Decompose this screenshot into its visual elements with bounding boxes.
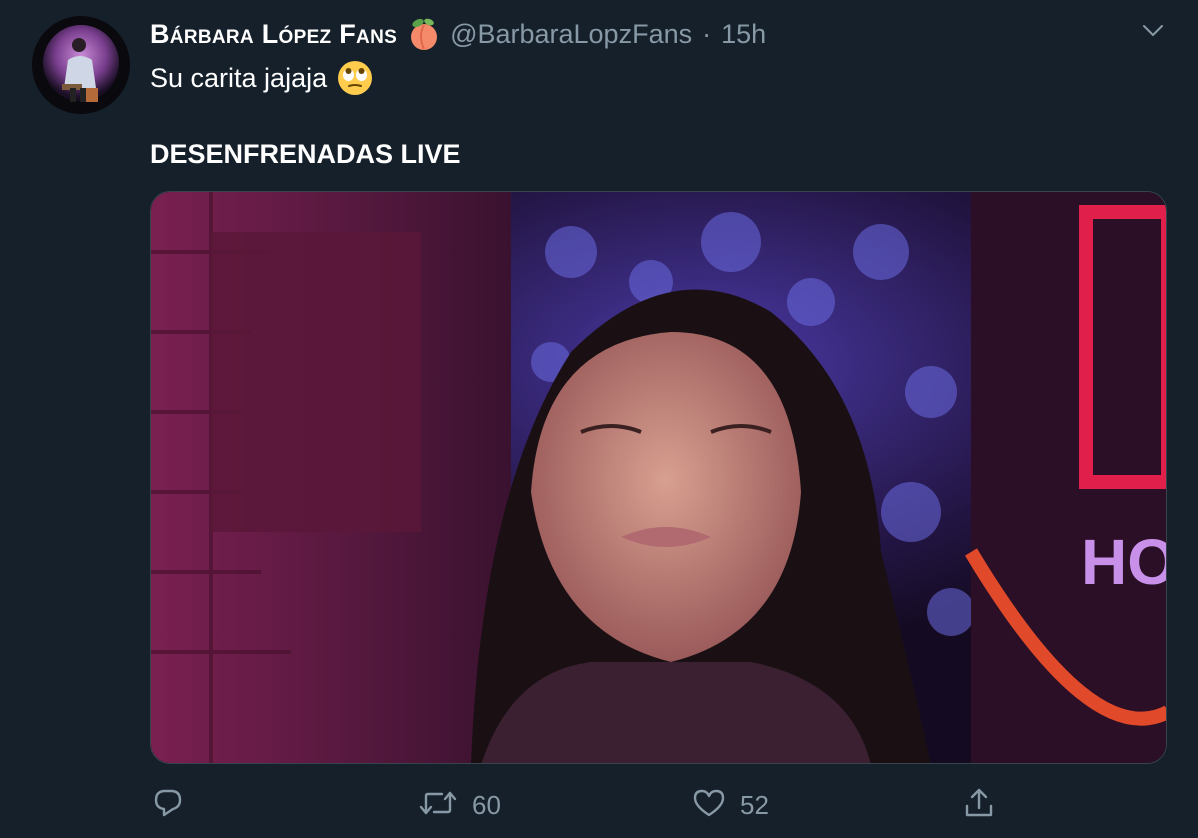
peach-emoji-icon <box>406 16 442 52</box>
like-count: 52 <box>740 789 769 820</box>
tweet-media-image[interactable]: HO <box>150 191 1167 764</box>
heart-icon <box>692 787 726 824</box>
retweet-icon <box>418 787 458 824</box>
separator-dot: · <box>702 18 712 49</box>
tweet-header: Bárbara López Fans @BarbaraLopzFans · 15… <box>150 14 766 54</box>
rolling-eyes-emoji-icon <box>337 60 373 96</box>
tweet-text-line-2: DESENFRENADAS LIVE <box>150 136 461 172</box>
tweet-card[interactable]: Bárbara López Fans @BarbaraLopzFans · 15… <box>0 0 1198 838</box>
share-button[interactable] <box>962 780 996 830</box>
user-handle[interactable]: @BarbaraLopzFans <box>450 19 692 50</box>
avatar[interactable] <box>32 16 130 114</box>
retweet-button[interactable]: 60 <box>418 780 501 830</box>
tweet-text-bold: DESENFRENADAS LIVE <box>150 138 461 169</box>
overlay-text: HO <box>1081 526 1167 598</box>
reply-icon <box>152 787 184 824</box>
like-button[interactable]: 52 <box>692 780 769 830</box>
tweet-text-line-1: Su carita jajaja <box>150 60 373 96</box>
tweet-timestamp[interactable]: 15h <box>721 19 766 50</box>
reply-button[interactable] <box>152 780 198 830</box>
tweet-actions: 60 52 <box>0 780 1198 830</box>
display-name[interactable]: Bárbara López Fans <box>150 19 397 50</box>
share-icon <box>962 786 996 825</box>
retweet-count: 60 <box>472 789 501 820</box>
more-options-button[interactable] <box>1138 18 1168 48</box>
tweet-text: Su carita jajaja <box>150 62 328 93</box>
chevron-down-icon <box>1142 24 1164 43</box>
